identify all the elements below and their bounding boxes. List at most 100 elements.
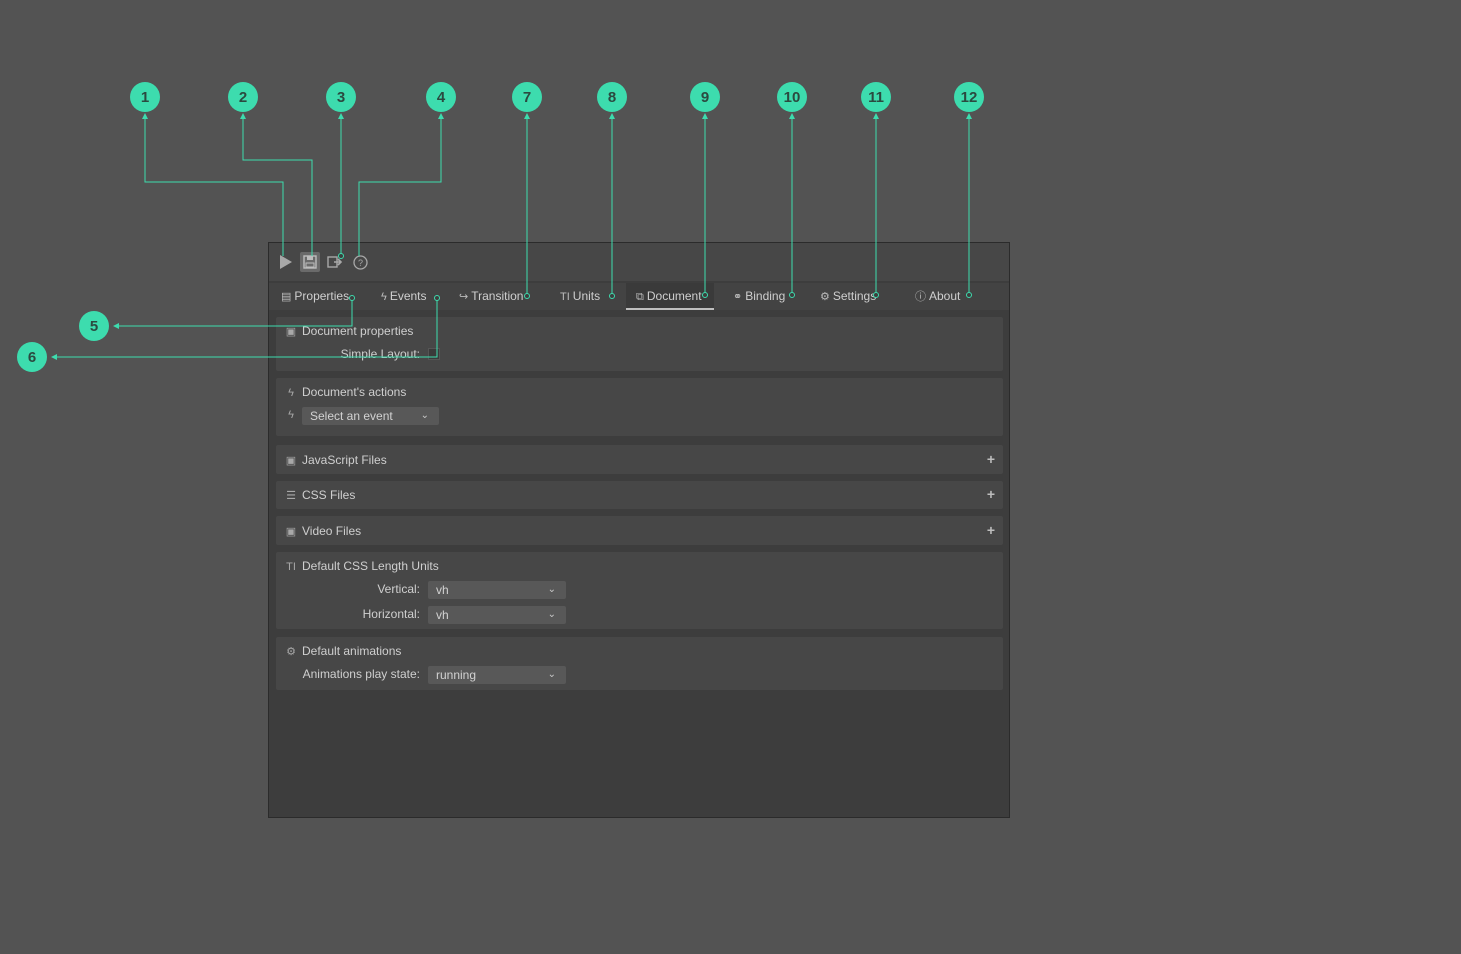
callout-marker-1: 1: [130, 82, 160, 112]
svg-text:8: 8: [608, 89, 616, 106]
chevron-down-icon: ⌄: [547, 609, 556, 620]
section-title: Default animations: [302, 644, 402, 658]
section-title: Default CSS Length Units: [302, 559, 439, 573]
section-header: ϟ Document's actions: [284, 384, 406, 400]
play-state-value: running: [436, 668, 477, 682]
section-title: JavaScript Files: [302, 453, 387, 467]
svg-text:3: 3: [337, 89, 345, 106]
tab-label: Transition: [471, 289, 524, 303]
tab-binding[interactable]: ⚭ Binding: [733, 283, 785, 310]
section-document-actions: ϟ Document's actions ϟ Select an event ⌄: [276, 378, 1003, 436]
chevron-down-icon: ⌄: [547, 669, 556, 680]
info-icon: ⓘ: [915, 291, 926, 303]
simple-layout-checkbox[interactable]: [428, 348, 440, 360]
event-select[interactable]: Select an event ⌄: [302, 407, 439, 425]
export-button[interactable]: [325, 252, 345, 272]
section-header: TI Default CSS Length Units: [284, 558, 439, 574]
tab-events[interactable]: ϟ Events: [381, 283, 427, 310]
callout-marker-5: 5: [79, 311, 109, 341]
section-title: Document properties: [302, 324, 414, 338]
tab-units[interactable]: TI Units: [560, 283, 600, 310]
callout-marker-8: 8: [597, 82, 627, 112]
callout-marker-12: 12: [954, 82, 984, 112]
play-state-select[interactable]: running ⌄: [428, 666, 566, 684]
svg-text:5: 5: [90, 318, 98, 335]
section-default-units: TI Default CSS Length Units Vertical: vh …: [276, 552, 1003, 629]
svg-text:?: ?: [357, 258, 362, 268]
callout-line-4: [358, 113, 444, 256]
document-panel: ? ▤ Properties ϟ Events ↪ Transition TI Unit…: [268, 242, 1010, 818]
section-document-properties: ▣ Document properties Simple Layout:: [276, 317, 1003, 371]
callout-marker-9: 9: [690, 82, 720, 112]
gear-icon: ⚙: [286, 646, 296, 658]
document-icon: ⧉: [636, 291, 644, 303]
tab-label: Binding: [745, 289, 786, 303]
simple-layout-label: Simple Layout:: [340, 347, 420, 361]
tab-label: About: [929, 289, 961, 303]
tab-settings[interactable]: ⚙ Settings: [820, 283, 876, 310]
vertical-units-select[interactable]: vh ⌄: [428, 581, 566, 599]
chevron-down-icon: ⌄: [420, 410, 429, 421]
section-title: Video Files: [302, 524, 362, 538]
svg-text:10: 10: [784, 89, 801, 106]
properties-icon: ▤: [281, 291, 292, 303]
css-file-icon: ☰: [286, 490, 296, 502]
export-icon: [327, 256, 343, 268]
bolt-icon: ϟ: [381, 291, 387, 303]
vertical-units-label: Vertical:: [377, 582, 420, 596]
callout-marker-4: 4: [426, 82, 456, 112]
bolt-icon: ϟ: [288, 387, 294, 399]
svg-text:11: 11: [868, 89, 884, 106]
save-icon: [303, 255, 317, 269]
section-javascript-files[interactable]: ▣ JavaScript Files +: [276, 445, 1003, 474]
horizontal-units-label: Horizontal:: [362, 607, 420, 621]
add-css-file-icon[interactable]: +: [987, 487, 995, 501]
svg-text:2: 2: [239, 89, 247, 106]
document-properties-icon: ▣: [285, 326, 297, 338]
svg-text:1: 1: [141, 89, 149, 106]
add-javascript-file-icon[interactable]: +: [987, 452, 995, 466]
horizontal-units-value: vh: [436, 608, 449, 622]
callout-line-2: [240, 113, 313, 256]
chevron-down-icon: ⌄: [547, 584, 556, 595]
callout-marker-11: 11: [861, 82, 891, 112]
help-button[interactable]: ?: [350, 252, 370, 272]
svg-text:7: 7: [523, 89, 531, 106]
text-units-icon: TI: [286, 561, 296, 573]
vertical-units-value: vh: [436, 583, 449, 597]
add-video-file-icon[interactable]: +: [987, 523, 995, 537]
horizontal-units-select[interactable]: vh ⌄: [428, 606, 566, 624]
event-select-value: Select an event: [310, 409, 393, 423]
gear-icon: ⚙: [820, 291, 830, 303]
tab-label: Document: [646, 289, 702, 303]
tab-properties[interactable]: ▤ Properties: [281, 283, 349, 310]
callout-marker-7: 7: [512, 82, 542, 112]
play-button[interactable]: [276, 252, 296, 272]
svg-text:12: 12: [961, 89, 978, 106]
section-header: ▣ Video Files: [284, 523, 361, 539]
svg-text:6: 6: [28, 349, 36, 366]
svg-text:4: 4: [437, 89, 446, 106]
tab-transition[interactable]: ↪ Transition: [459, 283, 523, 310]
section-header: ☰ CSS Files: [284, 487, 355, 503]
text-units-icon: TI: [560, 291, 570, 303]
javascript-file-icon: ▣: [285, 455, 297, 467]
callout-marker-3: 3: [326, 82, 356, 112]
callout-marker-6: 6: [17, 342, 47, 372]
section-header: ▣ Document properties: [284, 323, 414, 339]
link-icon: ⚭: [733, 291, 743, 303]
help-icon: ?: [352, 254, 368, 270]
tab-about[interactable]: ⓘ About: [915, 283, 960, 310]
callout-marker-2: 2: [228, 82, 258, 112]
section-video-files[interactable]: ▣ Video Files +: [276, 516, 1003, 545]
tab-label: Properties: [294, 289, 350, 303]
callout-line-1: [142, 113, 284, 256]
tab-label: Settings: [832, 289, 877, 303]
section-css-files[interactable]: ☰ CSS Files +: [276, 481, 1003, 509]
share-arrow-icon: ↪: [459, 291, 469, 303]
tab-document[interactable]: ⧉ Document: [626, 283, 714, 310]
section-header: ⚙ Default animations: [284, 643, 401, 659]
save-button[interactable]: [300, 252, 320, 272]
section-header: ▣ JavaScript Files: [284, 452, 387, 468]
callout-marker-10: 10: [777, 82, 807, 112]
